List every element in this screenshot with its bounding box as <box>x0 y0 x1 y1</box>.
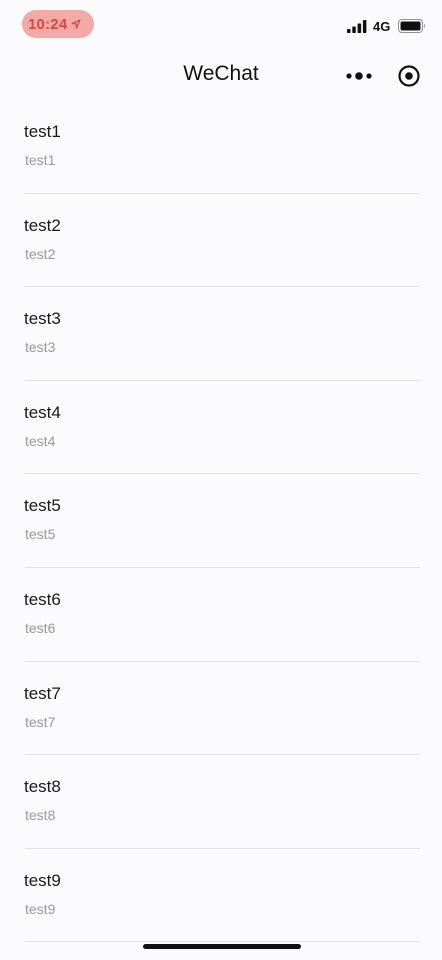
page-title: WeChat <box>183 62 259 85</box>
battery-icon <box>398 19 425 33</box>
list-item[interactable]: test2 test2 <box>0 194 442 288</box>
item-title: test5 <box>24 496 61 516</box>
item-subtitle: test9 <box>25 900 56 917</box>
status-time: 10:24 <box>28 15 68 33</box>
item-subtitle: test1 <box>25 152 56 168</box>
item-title: test3 <box>24 309 61 329</box>
item-title: test1 <box>24 122 61 141</box>
list-item[interactable]: test3 test3 <box>0 287 442 381</box>
home-indicator[interactable] <box>143 944 301 949</box>
more-dots-icon[interactable] <box>345 66 373 86</box>
list-item[interactable]: test6 test6 <box>0 568 442 662</box>
list-item[interactable]: test8 test8 <box>0 755 442 849</box>
item-subtitle: test7 <box>25 713 56 730</box>
item-title: test7 <box>24 683 61 703</box>
signal-bars-icon <box>347 20 367 33</box>
item-title: test8 <box>24 777 61 797</box>
location-arrow-icon <box>71 19 81 29</box>
list-item[interactable]: test7 test7 <box>0 662 442 756</box>
list-item[interactable]: test1 test1 <box>0 100 442 194</box>
list-item[interactable]: test9 test9 <box>0 849 442 943</box>
time-pill[interactable]: 10:24 <box>22 10 94 38</box>
status-bar: 10:24 4G <box>0 0 442 52</box>
item-subtitle: test4 <box>25 432 56 449</box>
list-item[interactable]: test4 test4 <box>0 381 442 475</box>
item-subtitle: test8 <box>25 807 56 824</box>
item-subtitle: test6 <box>25 619 56 636</box>
network-type: 4G <box>373 19 391 34</box>
item-title: test9 <box>24 870 61 890</box>
item-list: test1 test1 test2 test2 test3 test3 test… <box>0 100 442 943</box>
item-title: test2 <box>24 215 61 235</box>
divider <box>25 941 420 943</box>
list-item[interactable]: test5 test5 <box>0 474 442 568</box>
item-subtitle: test5 <box>25 526 56 543</box>
item-title: test6 <box>24 589 61 609</box>
item-subtitle: test2 <box>25 245 56 262</box>
item-title: test4 <box>24 402 61 422</box>
target-circle-icon[interactable] <box>397 64 421 88</box>
item-subtitle: test3 <box>25 339 56 356</box>
nav-bar: WeChat <box>0 52 442 100</box>
